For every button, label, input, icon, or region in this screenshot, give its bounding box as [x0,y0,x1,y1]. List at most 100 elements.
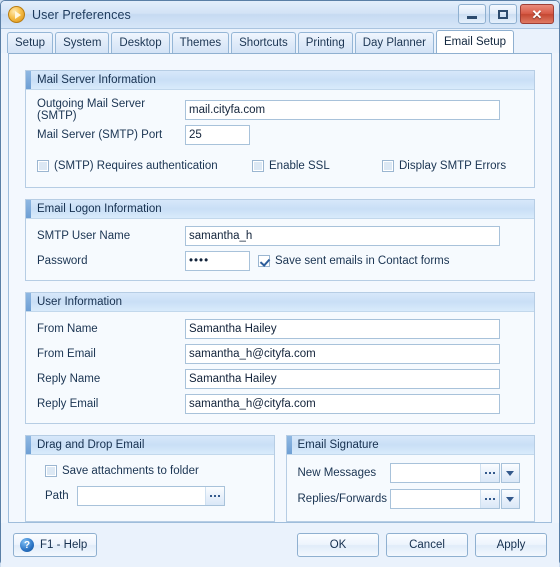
enable-ssl-label: Enable SSL [269,160,330,172]
path-input[interactable] [77,486,225,506]
replies-forwards-input[interactable] [389,489,500,509]
email-logon-group-header: Email Logon Information [26,200,534,219]
smtp-auth-checkbox[interactable]: (SMTP) Requires authentication [37,160,252,172]
replies-forwards-dropdown-button[interactable] [500,489,520,509]
checkbox-box [45,465,57,477]
new-messages-row: New Messages [298,462,524,484]
email-logon-group: Email Logon Information SMTP User Name s… [25,199,535,281]
smtp-port-row: Mail Server (SMTP) Port 25 [37,124,523,146]
tab-printing[interactable]: Printing [297,32,353,53]
save-attachments-label: Save attachments to folder [62,465,199,477]
save-sent-emails-label: Save sent emails in Contact forms [275,255,450,267]
from-email-input[interactable]: samantha_h@cityfa.com [185,344,500,364]
mail-server-group: Mail Server Information Outgoing Mail Se… [25,70,535,188]
ok-button[interactable]: OK [297,533,379,557]
smtp-username-input[interactable]: samantha_h [185,226,500,246]
path-browse-button[interactable] [205,487,224,505]
help-button[interactable]: ? F1 - Help [13,533,98,557]
email-signature-group: Email Signature New Messages Replies/For… [285,435,535,522]
drag-drop-email-group: Drag and Drop Email Save attachments to … [25,435,275,522]
outgoing-mail-server-row: Outgoing Mail Server (SMTP) mail.cityfa.… [37,98,523,122]
password-label: Password [37,255,88,267]
outgoing-mail-server-input[interactable]: mail.cityfa.com [185,100,500,120]
display-smtp-errors-label: Display SMTP Errors [399,160,507,172]
close-button[interactable]: ✕ [520,4,554,24]
tab-day-planner[interactable]: Day Planner [354,32,435,53]
replies-forwards-row: Replies/Forwards [298,488,524,510]
maximize-button[interactable] [489,4,517,24]
from-email-label: From Email [37,348,96,360]
question-mark-icon: ? [20,538,34,552]
reply-email-row: Reply Email samantha_h@cityfa.com [37,393,523,415]
bottom-panels: Drag and Drop Email Save attachments to … [25,435,535,522]
from-email-row: From Email samantha_h@cityfa.com [37,343,523,365]
password-row: Password •••• Save sent emails in Contac… [37,250,523,272]
replies-forwards-browse-button[interactable] [479,490,499,508]
from-name-label: From Name [37,323,98,335]
from-name-row: From Name Samantha Hailey [37,318,523,340]
email-signature-group-header: Email Signature [286,436,534,455]
smtp-options-row: (SMTP) Requires authentication Enable SS… [37,155,523,177]
tab-setup[interactable]: Setup [7,32,54,53]
new-messages-dropdown-button[interactable] [500,463,520,483]
checkbox-box [252,160,264,172]
reply-email-input[interactable]: samantha_h@cityfa.com [185,394,500,414]
save-attachments-checkbox[interactable]: Save attachments to folder [45,465,199,477]
path-label: Path [45,490,69,502]
tab-system[interactable]: System [55,32,110,53]
email-logon-group-body: SMTP User Name samantha_h Password •••• … [26,219,534,280]
path-row: Path [37,485,263,507]
mail-server-group-header: Mail Server Information [26,71,534,90]
drag-drop-email-group-body: Save attachments to folder Path [26,455,274,518]
minimize-button[interactable] [458,4,486,24]
tab-shortcuts[interactable]: Shortcuts [231,32,296,53]
cancel-button[interactable]: Cancel [386,533,468,557]
ellipsis-icon [484,472,495,474]
new-messages-browse-button[interactable] [479,464,499,482]
mail-server-group-body: Outgoing Mail Server (SMTP) mail.cityfa.… [26,90,534,187]
checkbox-box [258,255,270,267]
smtp-username-row: SMTP User Name samantha_h [37,225,523,247]
reply-name-input[interactable]: Samantha Hailey [185,369,500,389]
close-icon: ✕ [531,6,543,22]
email-setup-panel: Mail Server Information Outgoing Mail Se… [8,53,552,523]
checkbox-box [37,160,49,172]
apply-button[interactable]: Apply [475,533,547,557]
tab-themes[interactable]: Themes [171,32,230,53]
window-title: User Preferences [32,7,131,22]
user-preferences-window: User Preferences ✕ Setup System Desktop … [0,0,560,567]
user-information-group: User Information From Name Samantha Hail… [25,292,535,424]
chevron-down-icon [506,470,514,476]
reply-email-label: Reply Email [37,398,99,410]
new-messages-input[interactable] [389,463,500,483]
tab-strip: Setup System Desktop Themes Shortcuts Pr… [1,29,559,53]
display-smtp-errors-checkbox[interactable]: Display SMTP Errors [382,160,506,172]
play-circle-icon [8,6,25,23]
replies-forwards-label: Replies/Forwards [297,493,387,505]
password-input[interactable]: •••• [185,251,250,271]
smtp-username-label: SMTP User Name [37,230,131,242]
window-controls: ✕ [458,4,554,24]
enable-ssl-checkbox[interactable]: Enable SSL [252,160,382,172]
dialog-footer: ? F1 - Help OK Cancel Apply [1,523,559,567]
tab-desktop[interactable]: Desktop [111,32,170,53]
email-signature-group-body: New Messages Replies/Forwards [287,455,535,521]
ellipsis-icon [210,495,220,497]
smtp-auth-label: (SMTP) Requires authentication [54,160,218,172]
user-information-group-header: User Information [26,293,534,312]
smtp-port-label: Mail Server (SMTP) Port [37,129,163,141]
tab-email-setup[interactable]: Email Setup [436,30,515,53]
from-name-input[interactable]: Samantha Hailey [185,319,500,339]
smtp-port-input[interactable]: 25 [185,125,250,145]
save-attachments-row: Save attachments to folder [37,462,263,480]
save-sent-emails-checkbox[interactable]: Save sent emails in Contact forms [258,255,450,267]
title-bar: User Preferences ✕ [1,1,559,29]
maximize-icon [498,9,508,19]
minimize-icon [467,15,477,19]
reply-name-label: Reply Name [37,373,101,385]
help-button-label: F1 - Help [40,539,88,551]
drag-drop-email-group-header: Drag and Drop Email [26,436,274,455]
new-messages-label: New Messages [297,467,377,479]
chevron-down-icon [506,496,514,502]
reply-name-row: Reply Name Samantha Hailey [37,368,523,390]
